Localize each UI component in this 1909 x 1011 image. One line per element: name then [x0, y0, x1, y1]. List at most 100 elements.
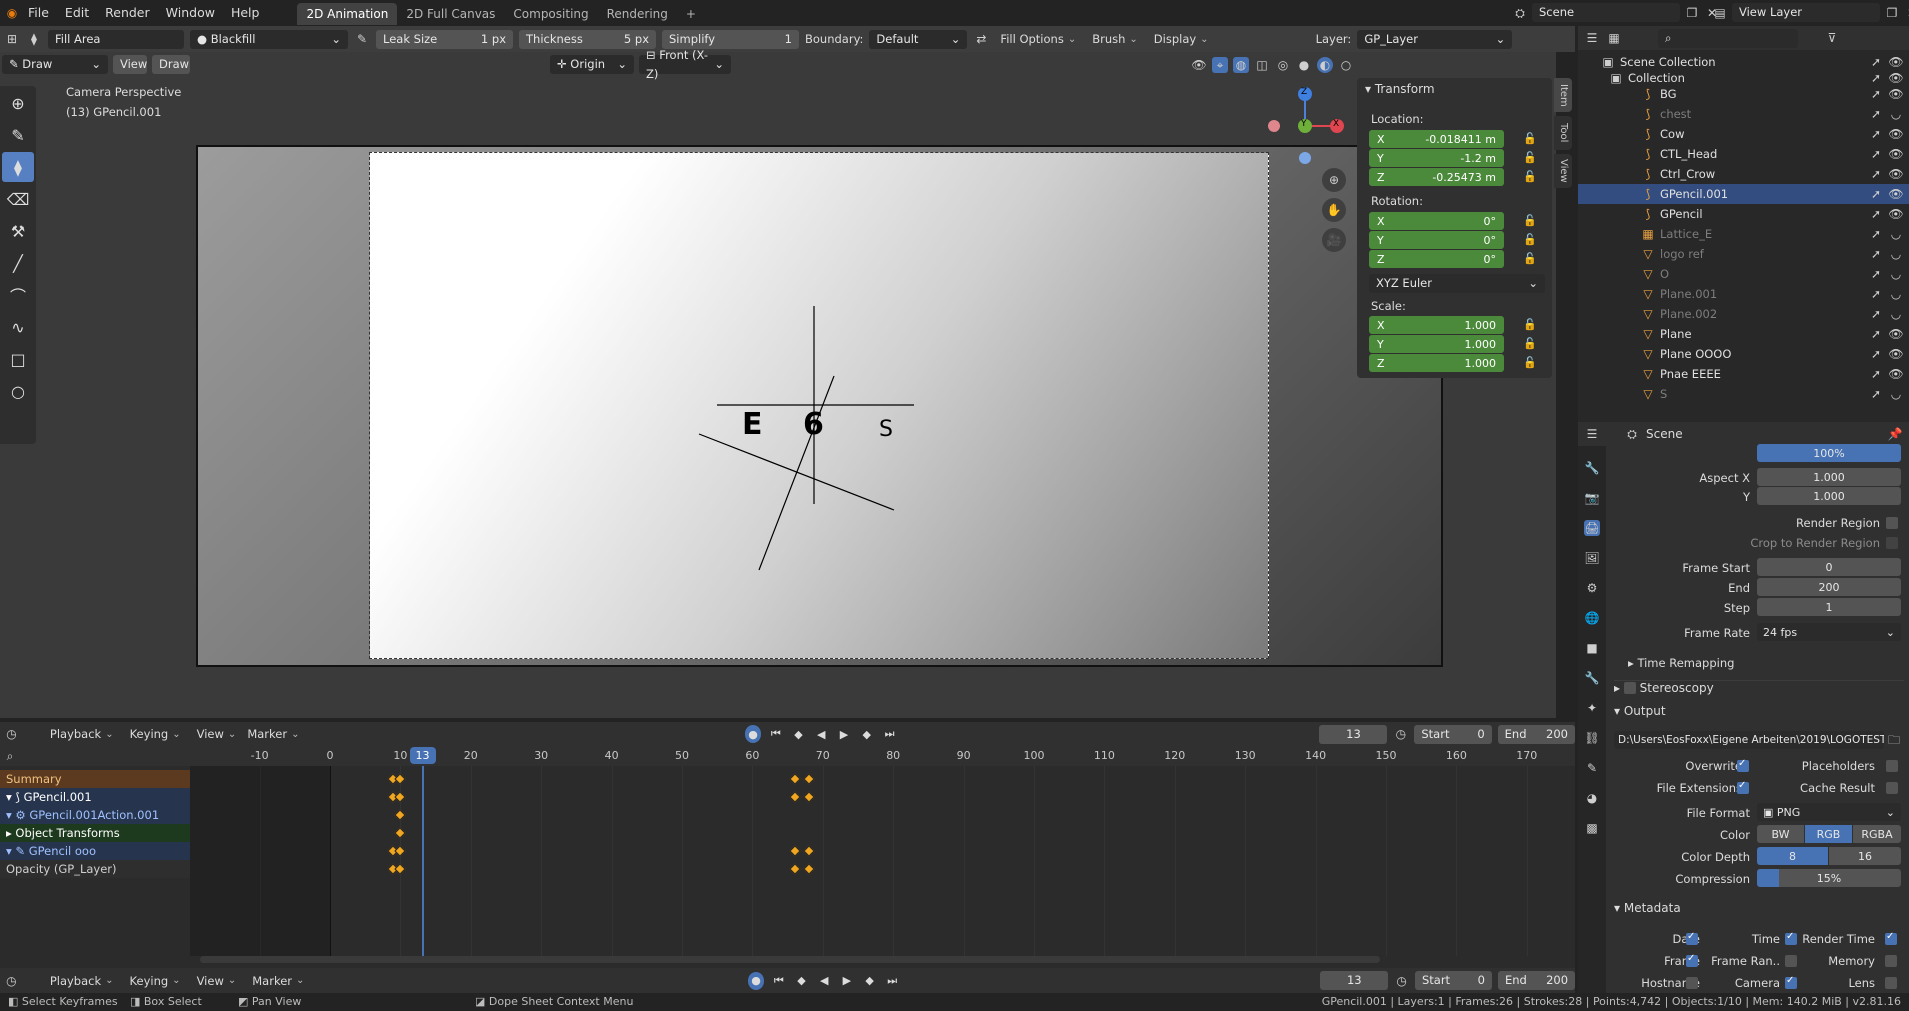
display-menu[interactable]: Display — [1149, 30, 1214, 49]
keyframe[interactable] — [803, 845, 815, 857]
outliner-item[interactable]: ▽ Plane ➚ 👁 — [1578, 324, 1909, 344]
transform-header[interactable]: ▾ Transform — [1365, 82, 1435, 96]
curve-tool-icon[interactable]: ∿ — [2, 312, 34, 342]
wireframe-shading-icon[interactable]: ◎ — [1275, 57, 1291, 73]
select-arrow-icon[interactable]: ➚ — [1868, 206, 1884, 222]
play-icon[interactable]: ▶ — [836, 725, 853, 743]
dopesheet-area[interactable]: ⌕ -10 0 10 20 30 40 50 60 70 80 90 100 110 120 130 140 1… — [0, 746, 1575, 968]
mode-dropdown[interactable]: ✎ Draw ⌄ — [2, 55, 108, 74]
view-menu[interactable]: View — [192, 725, 237, 744]
draw-menu[interactable]: Draw — [152, 55, 190, 74]
xray-icon[interactable]: ◫ — [1254, 57, 1270, 73]
texture-props-icon[interactable]: ▩ — [1584, 820, 1600, 836]
world-props-icon[interactable]: 🌐 — [1584, 610, 1600, 626]
visibility-eye-icon[interactable]: 👁 — [1888, 86, 1904, 102]
view-menu[interactable]: View — [192, 971, 242, 990]
scene-props-icon[interactable]: ⚙ — [1584, 580, 1600, 596]
overlays-icon[interactable]: ◍ — [1233, 56, 1249, 73]
next-keyframe-icon[interactable]: ◆ — [861, 972, 878, 990]
channel-summary[interactable]: Summary — [0, 770, 190, 788]
select-arrow-icon[interactable]: ➚ — [1868, 186, 1884, 202]
channel-layer[interactable]: Opacity (GP_Layer) — [0, 860, 190, 878]
select-arrow-icon[interactable]: ➚ — [1868, 306, 1884, 322]
tool-props-icon[interactable]: 🔧 — [1584, 460, 1600, 476]
channel-action[interactable]: ▾ ⚙ GPencil.001Action.001 — [0, 806, 190, 824]
render-props-icon[interactable]: 📷 — [1584, 490, 1600, 506]
brush-menu[interactable]: Brush — [1087, 30, 1143, 49]
tab-tool[interactable]: Tool — [1554, 116, 1572, 150]
color-rgba-button[interactable]: RGBA — [1853, 825, 1901, 843]
editor-type-icon[interactable]: ⊞ — [4, 31, 20, 47]
lock-icon[interactable]: 🔓 — [1523, 252, 1537, 265]
meta-date-checkbox[interactable] — [1686, 931, 1698, 945]
scale-x-field[interactable]: X 1.000 — [1369, 316, 1504, 334]
select-arrow-icon[interactable]: ➚ — [1868, 326, 1884, 342]
outliner-item[interactable]: ▽ Pnae EEEE ➚ 👁 — [1578, 364, 1909, 384]
visibility-eye-icon[interactable]: ◡ — [1888, 306, 1904, 322]
scale-y-field[interactable]: Y 1.000 — [1369, 335, 1504, 353]
copy-view-layer-icon[interactable]: ❐ — [1884, 5, 1900, 21]
outliner-item[interactable]: ⟆ CTL_Head ➚ 👁 — [1578, 144, 1909, 164]
rotation-mode-dropdown[interactable]: XYZ Euler ⌄ — [1369, 274, 1545, 293]
visibility-eye-icon[interactable]: 👁 — [1888, 206, 1904, 222]
output-path-field[interactable]: D:\Users\EosFoxx\Eigene Arbeiten\2019\LO… — [1614, 731, 1884, 749]
keyframe[interactable] — [788, 863, 801, 875]
rotation-z-field[interactable]: Z 0° — [1369, 250, 1504, 268]
add-workspace-button[interactable]: + — [677, 3, 705, 25]
horizontal-scrollbar[interactable] — [200, 956, 1380, 963]
menu-file[interactable]: File — [20, 0, 57, 26]
frame-end-field[interactable]: 200 — [1757, 578, 1901, 596]
pin-icon[interactable]: 📌 — [1887, 426, 1903, 442]
current-frame-field[interactable]: 13 — [1319, 724, 1388, 744]
play-icon[interactable]: ▶ — [839, 972, 856, 990]
keyframe[interactable] — [394, 845, 407, 857]
visibility-eye-icon[interactable]: ◡ — [1888, 246, 1904, 262]
menu-render[interactable]: Render — [97, 0, 158, 26]
keyframe[interactable] — [394, 827, 407, 839]
outliner-editor-icon[interactable]: ☰ — [1584, 30, 1600, 46]
boundary-dropdown[interactable]: Default ⌄ — [869, 29, 968, 49]
visibility-eye-icon[interactable]: 👁 — [1888, 126, 1904, 142]
visibility-eye-icon[interactable]: 👁 — [1888, 186, 1904, 202]
fill-options-menu[interactable]: Fill Options — [995, 30, 1081, 49]
placeholders-checkbox[interactable] — [1886, 760, 1898, 772]
orientation-dropdown[interactable]: ⊟ Front (X-Z) ⌄ — [639, 48, 731, 81]
keyframe[interactable] — [394, 773, 407, 785]
navigation-gizmo[interactable]: Z Y X — [1268, 85, 1348, 165]
play-reverse-icon[interactable]: ◀ — [813, 725, 830, 743]
outliner-item[interactable]: ⟆ BG ➚ 👁 — [1578, 84, 1909, 104]
scale-z-field[interactable]: Z 1.000 — [1369, 354, 1504, 372]
camera-view-icon[interactable]: 🎥 — [1322, 228, 1346, 252]
close-view-layer-icon[interactable]: ✕ — [1904, 5, 1909, 21]
lock-icon[interactable]: 🔓 — [1523, 233, 1537, 246]
keyframe[interactable] — [394, 863, 407, 875]
filter-icon[interactable]: ⊽ — [1824, 30, 1840, 46]
outliner-item[interactable]: ▽ O ➚ ◡ — [1578, 264, 1909, 284]
cache-result-checkbox[interactable] — [1886, 782, 1898, 794]
box-tool-icon[interactable]: □ — [2, 344, 34, 374]
end-frame-field[interactable]: End 200 — [1497, 724, 1575, 744]
visibility-eye-icon[interactable]: 👁 — [1888, 366, 1904, 382]
select-arrow-icon[interactable]: ➚ — [1868, 246, 1884, 262]
meta-render-time-checkbox[interactable] — [1885, 931, 1897, 945]
location-z-field[interactable]: Z -0.25473 m — [1369, 168, 1504, 186]
erase-tool-icon[interactable]: ⌫ — [2, 184, 34, 214]
frame-rate-dropdown[interactable]: 24 fps ⌄ — [1757, 623, 1901, 641]
tab-2d-animation[interactable]: 2D Animation — [297, 3, 398, 25]
origin-dropdown[interactable]: ✛ Origin ⌄ — [550, 55, 634, 74]
color-depth-16-button[interactable]: 16 — [1829, 847, 1901, 865]
outliner-item[interactable]: ▽ logo ref ➚ ◡ — [1578, 244, 1909, 264]
meta-hostname-checkbox[interactable] — [1686, 977, 1698, 989]
select-arrow-icon[interactable]: ➚ — [1868, 106, 1884, 122]
outliner-item[interactable]: ⟆ Ctrl_Crow ➚ 👁 — [1578, 164, 1909, 184]
tab-2d-full-canvas[interactable]: 2D Full Canvas — [397, 3, 504, 25]
select-arrow-icon[interactable]: ➚ — [1868, 266, 1884, 282]
properties-editor-icon[interactable]: ☰ — [1584, 426, 1600, 442]
outliner-item[interactable]: ▽ Plane OOOO ➚ 👁 — [1578, 344, 1909, 364]
tab-rendering[interactable]: Rendering — [598, 3, 677, 25]
keyframe[interactable] — [803, 791, 815, 803]
keyframe[interactable] — [788, 773, 801, 785]
jump-start-icon[interactable]: ⏮ — [767, 725, 784, 743]
visibility-eye-icon[interactable]: 👁 — [1888, 166, 1904, 182]
select-arrow-icon[interactable]: ➚ — [1868, 366, 1884, 382]
